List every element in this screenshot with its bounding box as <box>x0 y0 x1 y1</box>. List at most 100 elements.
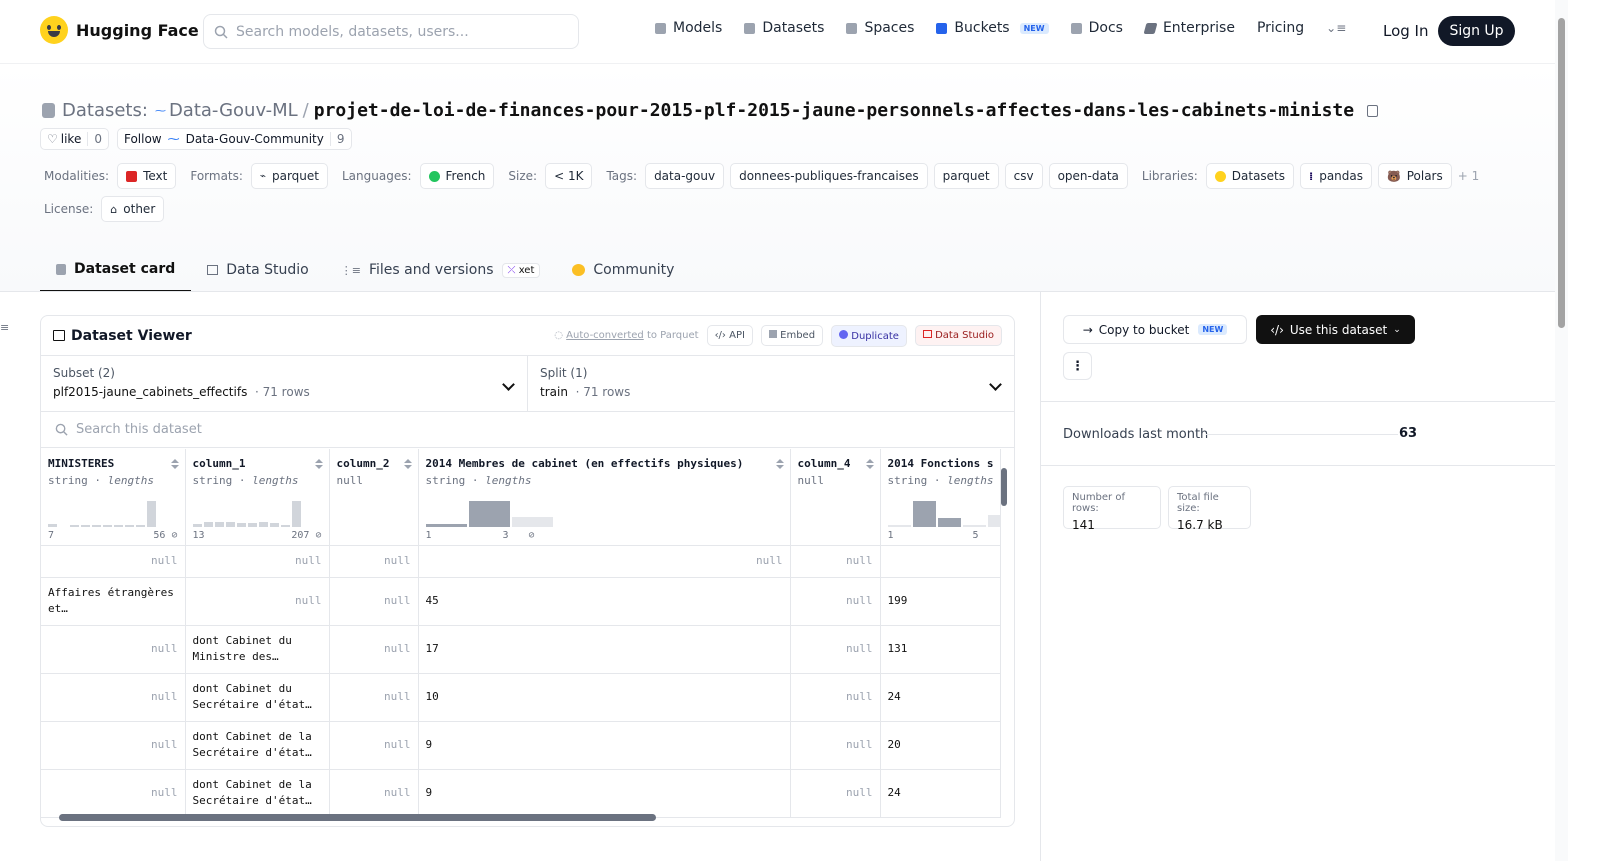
table-row[interactable]: Affaires étrangères et… null null 45 nul… <box>41 577 1002 626</box>
home-logo-link[interactable]: Hugging Face <box>40 16 199 44</box>
tag-donnees-publiques[interactable]: donnees-publiques-francaises <box>730 163 928 189</box>
column-header[interactable]: column_4 null <box>790 449 881 546</box>
license-value: other <box>123 202 156 216</box>
table-row[interactable]: null dont Cabinet du Ministre des… null … <box>41 625 1002 674</box>
duplicate-button[interactable]: Duplicate <box>831 324 907 347</box>
table-vertical-scrollbar[interactable] <box>1000 456 1008 801</box>
like-button[interactable]: ♡ like 0 <box>40 128 109 150</box>
tab-dataset-card[interactable]: Dataset card <box>40 248 192 292</box>
sort-icon[interactable] <box>775 459 784 471</box>
nav-enterprise-label: Enterprise <box>1162 20 1235 36</box>
api-button[interactable]: ‹/› API <box>706 325 753 346</box>
sort-icon[interactable] <box>314 459 323 471</box>
data-studio-label: Data Studio <box>935 330 994 341</box>
column-header[interactable]: column_1 string · lengths 13 207 ⊘ <box>185 449 330 546</box>
split-rows: · 71 rows <box>575 385 631 399</box>
owner-link[interactable]: Data-Gouv-ML <box>169 100 298 121</box>
dataset-search-input[interactable]: Search this dataset <box>41 412 1014 448</box>
nav-pricing-link[interactable]: Pricing <box>1257 20 1304 36</box>
nav-datasets-link[interactable]: Datasets <box>744 20 824 36</box>
sort-icon[interactable] <box>170 459 179 471</box>
auto-converted-note[interactable]: ◌ Auto-converted to Parquet <box>554 330 698 341</box>
nav-enterprise-link[interactable]: Enterprise <box>1143 20 1235 36</box>
tag-parquet[interactable]: parquet <box>933 163 999 189</box>
login-link[interactable]: Log In <box>1383 22 1429 40</box>
copy-to-bucket-button[interactable]: → Copy to bucket NEW <box>1063 315 1247 344</box>
cube-icon <box>655 22 666 34</box>
more-options-button[interactable]: ⋮ <box>1063 352 1092 380</box>
nav-buckets-link[interactable]: Buckets NEW <box>936 20 1049 36</box>
column-name: column_1 <box>192 457 246 470</box>
column-type: string <box>192 474 233 487</box>
tab-data-studio[interactable]: Data Studio <box>191 248 324 292</box>
table-row[interactable]: null dont Cabinet du Secrétaire d'état… … <box>41 673 1002 722</box>
scrollbar-thumb[interactable] <box>1001 468 1007 506</box>
table-cell: dont Cabinet de la Secrétaire d'état… <box>185 721 330 770</box>
data-studio-button[interactable]: Data Studio <box>914 325 1002 346</box>
use-dataset-label: Use this dataset <box>1289 322 1388 337</box>
library-datasets[interactable]: Datasets <box>1205 163 1295 189</box>
scrollbar-thumb[interactable] <box>1558 18 1565 328</box>
use-this-dataset-button[interactable]: ‹/› Use this dataset ⌄ <box>1256 315 1415 344</box>
nav-models-link[interactable]: Models <box>655 20 722 36</box>
sort-icon[interactable] <box>865 459 874 471</box>
column-header[interactable]: MINISTERES string · lengths 7 56 ⊘ <box>41 449 186 546</box>
column-stat: lengths <box>947 474 994 487</box>
dataset-search-placeholder: Search this dataset <box>76 422 202 437</box>
table-row[interactable]: null dont Cabinet de la Secrétaire d'éta… <box>41 721 1002 770</box>
table-cell: 20 <box>880 721 1002 770</box>
tag-csv[interactable]: csv <box>1004 163 1043 189</box>
global-search-input[interactable]: Search models, datasets, users... <box>203 14 579 49</box>
table-cell: null <box>329 545 419 578</box>
scrollbar-thumb[interactable] <box>59 814 656 821</box>
files-icon: ⋮≡ <box>340 263 361 277</box>
tag-data-gouv[interactable]: data-gouv <box>645 163 725 189</box>
follow-button[interactable]: Follow ⁓ Data-Gouv-Community 9 <box>116 128 352 150</box>
downloads-label: Downloads last month <box>1063 427 1209 442</box>
table-row[interactable]: null dont Cabinet de la Secrétaire d'éta… <box>41 769 1002 818</box>
signup-button[interactable]: Sign Up <box>1438 16 1515 46</box>
tab-community[interactable]: Community <box>556 248 690 292</box>
split-select[interactable]: Split (1) train · 71 rows <box>527 356 1014 411</box>
table-row[interactable]: null null null null null <box>41 545 1002 578</box>
length-histogram[interactable] <box>192 499 301 527</box>
copy-to-bucket-label: Copy to bucket <box>1098 322 1190 337</box>
divider <box>1041 465 1556 466</box>
language-value: French <box>445 169 486 183</box>
title-slash: / <box>302 100 309 121</box>
length-histogram[interactable] <box>48 499 156 527</box>
length-histogram[interactable] <box>425 499 553 527</box>
nav-docs-link[interactable]: Docs <box>1070 20 1123 36</box>
nav-spaces-link[interactable]: Spaces <box>846 20 914 36</box>
dataset-viewer: Dataset Viewer ◌ Auto-converted to Parqu… <box>40 315 1015 827</box>
libraries-more[interactable]: + 1 <box>1458 169 1480 183</box>
tab-files-and-versions[interactable]: ⋮≡ Files and versions ⤫ xet <box>325 248 557 292</box>
length-histogram[interactable] <box>887 499 1000 527</box>
viewer-title-label: Dataset Viewer <box>71 327 192 344</box>
column-header[interactable]: 2014 Fonctions s string · lengths 15 <box>880 449 1002 546</box>
library-pandas[interactable]: ⁞ pandas <box>1300 163 1373 189</box>
toc-toggle-icon[interactable]: ≡ <box>0 321 9 334</box>
subset-select[interactable]: Subset (2) plf2015-jaune_cabinets_effect… <box>41 356 527 411</box>
column-header[interactable]: 2014 Membres de cabinet (en effectifs ph… <box>418 449 791 546</box>
library-pandas-label: pandas <box>1319 169 1364 183</box>
license-tag[interactable]: ⌂ other <box>101 196 165 222</box>
nav-more-menu[interactable]: ⌄≡ <box>1326 21 1346 35</box>
sort-icon[interactable] <box>403 459 412 471</box>
page-scrollbar[interactable] <box>1555 0 1568 861</box>
size-tag[interactable]: < 1K <box>545 163 593 189</box>
histogram-max: 56 ⊘ <box>153 529 178 541</box>
language-tag[interactable]: French <box>419 163 495 189</box>
copy-icon[interactable] <box>1367 104 1379 117</box>
modality-tag[interactable]: Text <box>117 163 177 189</box>
table-cell: null <box>329 673 419 722</box>
column-header[interactable]: column_2 null <box>329 449 419 546</box>
search-icon <box>214 25 228 39</box>
library-polars[interactable]: 🐻 Polars <box>1378 163 1452 189</box>
format-tag[interactable]: ⌁ parquet <box>250 163 328 189</box>
table-cell: null <box>41 769 186 818</box>
embed-button[interactable]: Embed <box>760 325 824 346</box>
tag-open-data[interactable]: open-data <box>1048 163 1128 189</box>
table-horizontal-scrollbar[interactable] <box>49 812 994 822</box>
chevron-down-icon: ⌄ <box>1393 324 1401 335</box>
